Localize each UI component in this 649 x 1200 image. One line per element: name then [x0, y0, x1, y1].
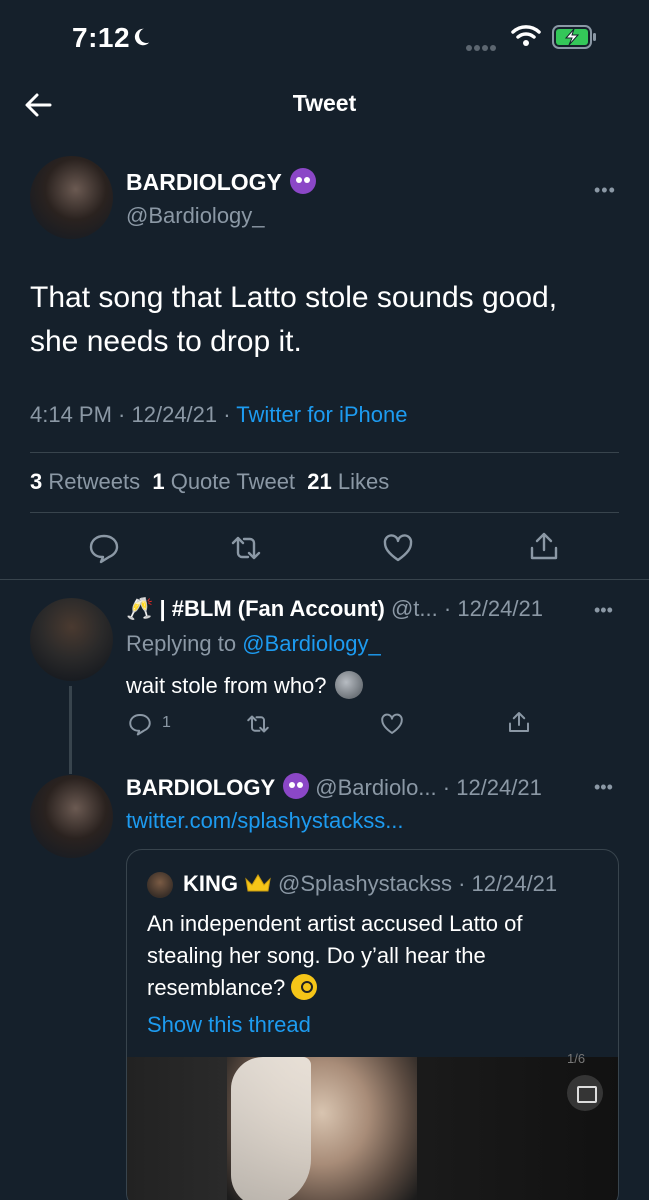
page-title: Tweet — [292, 90, 357, 116]
crown-emoji-icon — [245, 874, 271, 892]
retweet-icon[interactable] — [246, 712, 270, 736]
author-handle[interactable]: @Bardiolo... — [315, 775, 436, 800]
moon-icon — [134, 28, 150, 46]
tweet-date: 12/24/21 — [131, 402, 218, 427]
devil-emoji-icon — [283, 773, 310, 799]
share-icon[interactable] — [528, 530, 560, 562]
reply-date[interactable]: 12/24/21 — [456, 775, 542, 800]
divider — [30, 512, 619, 513]
retweets-stat[interactable]: 3 Retweets — [30, 469, 140, 494]
replying-to-handle[interactable]: @Bardiology_ — [242, 631, 381, 656]
likes-stat[interactable]: 21 Likes — [307, 469, 389, 494]
tweet-time: 4:14 PM — [30, 402, 112, 427]
retweet-icon[interactable] — [230, 532, 262, 564]
more-options-button[interactable]: ••• — [594, 777, 613, 798]
author-display-name[interactable]: BARDIOLOGY — [126, 775, 275, 800]
reply-count: 1 — [162, 714, 171, 731]
devil-emoji-icon — [289, 168, 316, 194]
thread-connector-line — [69, 686, 72, 774]
signal-icon — [466, 38, 498, 56]
share-icon[interactable] — [507, 710, 531, 734]
quoted-tweet-card[interactable]: KING @Splashystackss · 12/24/21 An indepe… — [126, 849, 619, 1200]
divider — [30, 452, 619, 453]
tweet-link[interactable]: twitter.com/splashystackss... — [126, 808, 404, 834]
reply-icon[interactable] — [88, 532, 120, 564]
author-handle[interactable]: @Bardiology_ — [126, 203, 265, 229]
reply-icon[interactable] — [128, 712, 152, 736]
quoted-tweet-header: KING @Splashystackss · 12/24/21 — [183, 871, 558, 896]
avatar — [147, 872, 173, 898]
new-moon-emoji-icon — [334, 671, 363, 699]
avatar[interactable] — [30, 775, 113, 858]
avatar[interactable] — [30, 156, 113, 239]
quoted-tweet-text: An independent artist accused Latto of s… — [147, 911, 523, 1000]
author-display-name: KING — [183, 871, 238, 896]
author-display-name[interactable]: 🥂 | #BLM (Fan Account) — [126, 596, 385, 621]
quotes-stat[interactable]: 1 Quote Tweet — [152, 469, 295, 494]
like-icon[interactable] — [380, 712, 404, 736]
reply-date[interactable]: 12/24/21 — [457, 596, 543, 621]
author-name[interactable]: BARDIOLOGY — [126, 168, 316, 196]
wifi-icon — [511, 25, 541, 46]
author-handle: @Splashystackss — [278, 871, 452, 896]
divider — [0, 579, 649, 580]
tweet-text: That song that Latto stole sounds good, … — [30, 281, 558, 358]
tweet-meta: 4:14 PM · 12/24/21 · Twitter for iPhone — [30, 402, 408, 427]
reply-header: 🥂 | #BLM (Fan Account) @t... · 12/24/21 — [126, 596, 543, 621]
reply-header: BARDIOLOGY @Bardiolo... · 12/24/21 — [126, 773, 542, 800]
quoted-media-video[interactable]: 1/6 — [127, 1051, 618, 1200]
show-thread-link[interactable]: Show this thread — [147, 1012, 311, 1038]
avatar[interactable] — [30, 598, 113, 681]
status-time: 7:12 — [72, 22, 131, 53]
closed-captions-icon[interactable] — [567, 1075, 603, 1111]
media-counter: 1/6 — [567, 1051, 586, 1066]
author-display-name: BARDIOLOGY — [126, 169, 282, 195]
like-icon[interactable] — [382, 532, 414, 564]
tweet-source-link[interactable]: Twitter for iPhone — [236, 402, 407, 427]
battery-charging-icon — [552, 25, 596, 49]
monocle-emoji-icon — [291, 974, 318, 1000]
more-options-button[interactable]: ••• — [594, 180, 616, 201]
reply-text: wait stole from who? — [126, 671, 363, 699]
video-frame-detail — [231, 1057, 311, 1200]
replying-to: Replying to @Bardiology_ — [126, 631, 381, 656]
author-handle[interactable]: @t... — [391, 596, 438, 621]
more-options-button[interactable]: ••• — [594, 600, 613, 621]
quoted-date: 12/24/21 — [471, 871, 558, 896]
tweet-stats: 3 Retweets 1 Quote Tweet 21 Likes — [30, 469, 389, 495]
